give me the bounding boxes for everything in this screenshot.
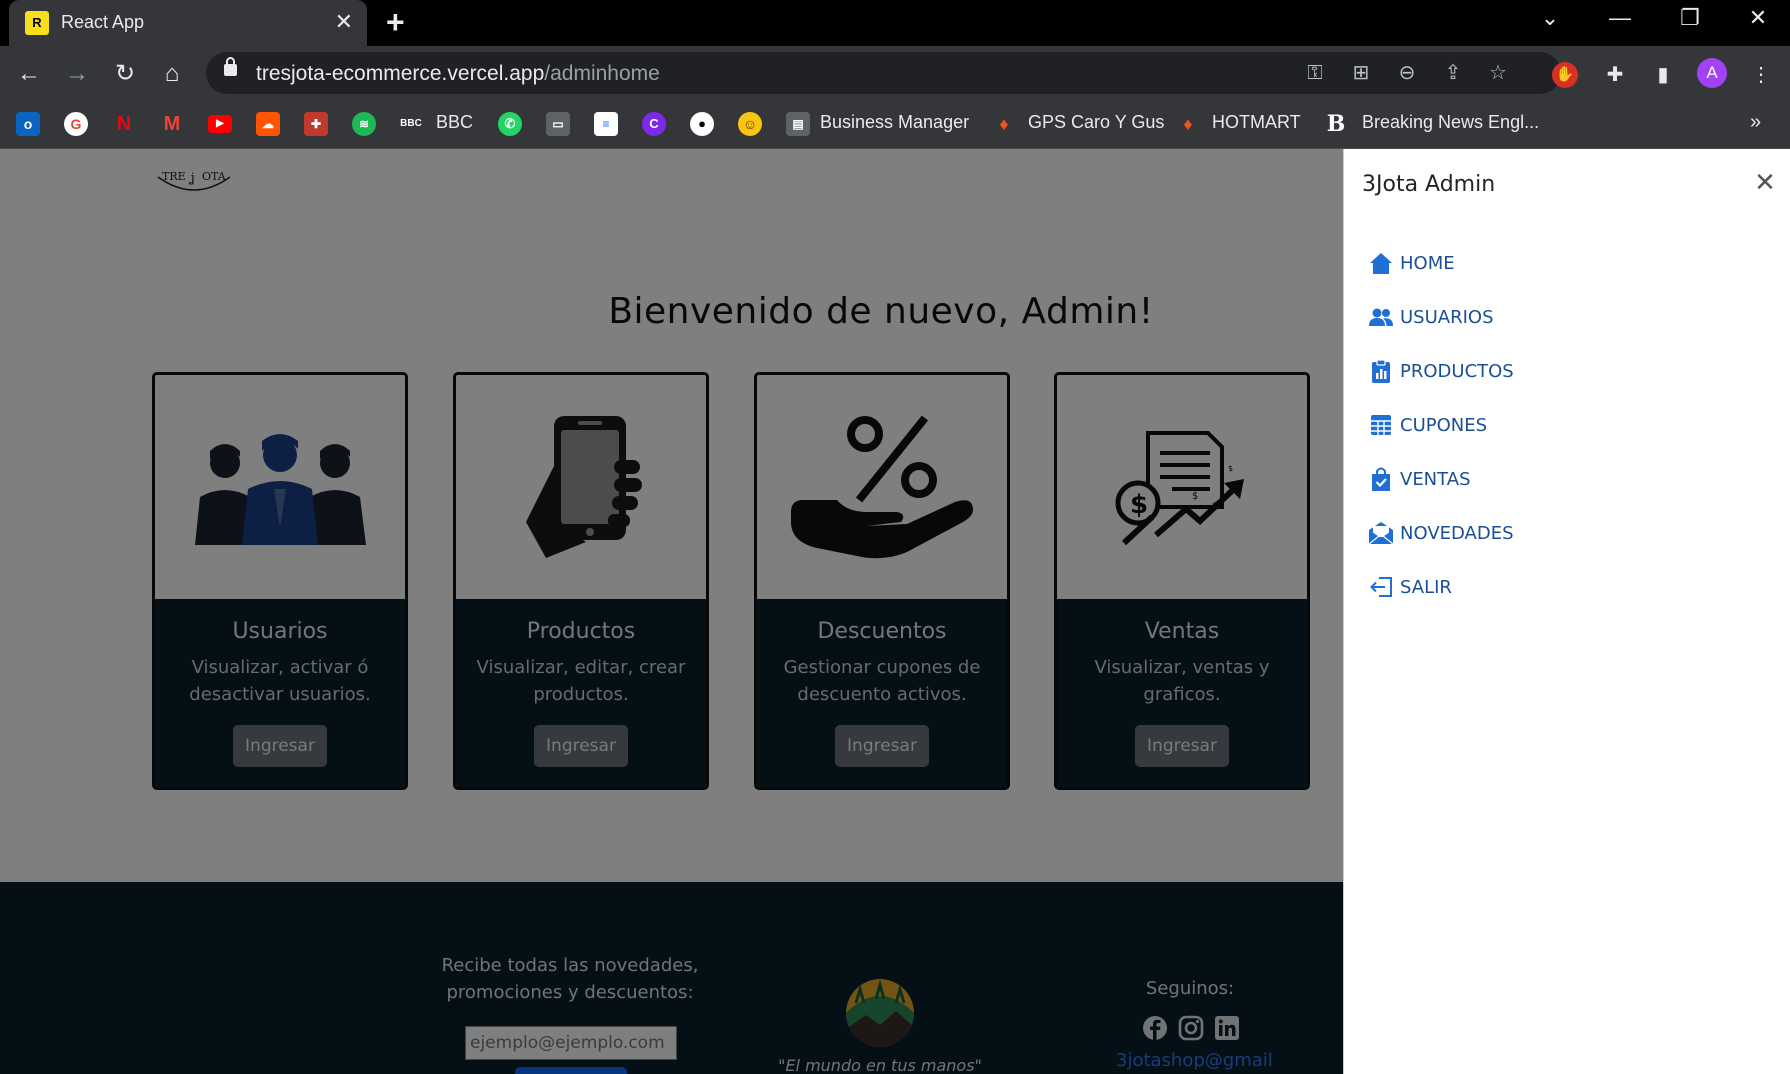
back-button[interactable]: ← (12, 57, 46, 91)
menu-item-novedades[interactable]: NOVEDADES (1368, 518, 1514, 548)
profile-avatar[interactable]: A (1697, 58, 1727, 88)
home-icon (1370, 253, 1392, 274)
logout-icon (1370, 577, 1392, 597)
browser-tab[interactable]: R React App ✕ (9, 0, 367, 46)
menu-item-label: HOME (1400, 252, 1455, 274)
extensions-icon[interactable]: ✚ (1600, 60, 1630, 90)
close-icon[interactable]: ✕ (1752, 169, 1778, 195)
adblock-icon[interactable]: ✋ (1552, 62, 1578, 88)
menu-item-label: CUPONES (1400, 414, 1488, 436)
menu-item-label: PRODUCTOS (1400, 360, 1514, 382)
zoom-icon[interactable]: ⊖ (1394, 60, 1420, 86)
book-icon[interactable]: ▭ (546, 112, 570, 136)
key-icon[interactable]: ⚿ (1302, 60, 1328, 86)
tab-search-icon[interactable]: ⌄ (1520, 0, 1580, 40)
bbc-icon[interactable]: BBC (398, 112, 424, 136)
crest-icon[interactable]: ✚ (304, 112, 328, 136)
forward-button[interactable]: → (60, 57, 94, 91)
offcanvas-title: 3Jota Admin (1362, 172, 1496, 197)
canva-icon[interactable]: C (642, 112, 666, 136)
menu-item-label: USUARIOS (1400, 306, 1494, 328)
side-panel-icon[interactable]: ▮ (1648, 60, 1678, 90)
tab-close-icon[interactable]: ✕ (335, 8, 353, 36)
restore-button[interactable]: ❐ (1660, 0, 1720, 40)
mail-open-icon (1368, 522, 1394, 545)
home-button[interactable]: ⌂ (155, 57, 189, 91)
netflix-icon[interactable]: N (112, 112, 136, 136)
tab-title: React App (61, 12, 145, 32)
soundcloud-icon[interactable]: ☁ (256, 112, 280, 136)
flame-icon[interactable]: ♦ (1176, 112, 1200, 136)
admin-home-page: TRE ʝ OTA Bienvenido de nuevo, Admin! (0, 149, 1343, 1074)
url-text[interactable]: tresjota-ecommerce.vercel.app/adminhome (256, 62, 660, 86)
browser-toolbar: ← → ↻ ⌂ tresjota-ecommerce.vercel.app/ad… (0, 46, 1790, 101)
lock-icon (224, 57, 237, 76)
offcanvas-backdrop[interactable] (0, 149, 1343, 1074)
menu-item-label: SALIR (1400, 576, 1452, 598)
star-icon[interactable]: ☆ (1485, 60, 1511, 86)
more-bookmarks-icon[interactable]: » (1750, 111, 1761, 134)
menu-item-label: NOVEDADES (1400, 522, 1514, 544)
bookmark-label[interactable]: Business Manager (820, 112, 969, 133)
bookmark-label[interactable]: Breaking News Engl... (1362, 112, 1539, 133)
minimize-button[interactable]: — (1590, 0, 1650, 40)
new-tab-button[interactable]: + (386, 4, 405, 40)
outlook-icon[interactable]: o (16, 112, 40, 136)
flame-icon[interactable]: ♦ (992, 112, 1016, 136)
close-window-button[interactable]: ✕ (1728, 0, 1788, 40)
whatsapp-icon[interactable]: ✆ (498, 112, 522, 136)
menu-kebab-icon[interactable]: ⋮ (1746, 60, 1776, 90)
emoji-icon[interactable]: ☺ (738, 112, 762, 136)
translate-icon[interactable]: ⊞ (1348, 60, 1374, 86)
panda-icon[interactable]: ● (690, 112, 714, 136)
menu-item-cupones[interactable]: CUPONES (1368, 410, 1487, 440)
page-viewport: TRE ʝ OTA Bienvenido de nuevo, Admin! (0, 149, 1790, 1074)
shopping-bag-icon (1372, 467, 1390, 491)
reload-button[interactable]: ↻ (108, 57, 142, 91)
address-bar[interactable]: tresjota-ecommerce.vercel.app/adminhome … (206, 52, 1561, 94)
users-icon (1369, 308, 1393, 326)
bookmarks-bar: o G N M ▶ ☁ ✚ ≋ BBC BBC ✆ ▭ ≡ C ● ☺ ▤ Bu… (0, 101, 1790, 149)
stack-icon[interactable]: ≡ (594, 112, 618, 136)
menu-item-usuarios[interactable]: USUARIOS (1368, 302, 1494, 332)
clipboard-chart-icon (1372, 359, 1390, 383)
menu-item-salir[interactable]: SALIR (1368, 572, 1452, 602)
tab-strip: R React App ✕ + ⌄ — ❐ ✕ (0, 0, 1790, 46)
menu-item-productos[interactable]: PRODUCTOS (1368, 356, 1514, 386)
youtube-icon[interactable]: ▶ (208, 115, 232, 133)
menu-item-home[interactable]: HOME (1368, 248, 1455, 278)
google-icon[interactable]: G (64, 112, 88, 136)
bookmark-label[interactable]: BBC (436, 112, 473, 133)
business-icon[interactable]: ▤ (786, 112, 810, 136)
share-icon[interactable]: ⇪ (1440, 60, 1466, 86)
menu-item-ventas[interactable]: VENTAS (1368, 464, 1471, 494)
table-icon (1371, 415, 1391, 435)
react-favicon-icon: R (25, 11, 49, 35)
bookmark-label[interactable]: HOTMART (1212, 112, 1301, 133)
bookmark-label[interactable]: GPS Caro Y Gus (1028, 112, 1164, 133)
gmail-icon[interactable]: M (160, 112, 184, 136)
b-icon[interactable]: B (1324, 112, 1348, 136)
menu-item-label: VENTAS (1400, 468, 1471, 490)
spotify-icon[interactable]: ≋ (352, 112, 376, 136)
admin-offcanvas-menu: 3Jota Admin ✕ HOME USUARIOS PRODUCTOS CU… (1343, 149, 1790, 1074)
